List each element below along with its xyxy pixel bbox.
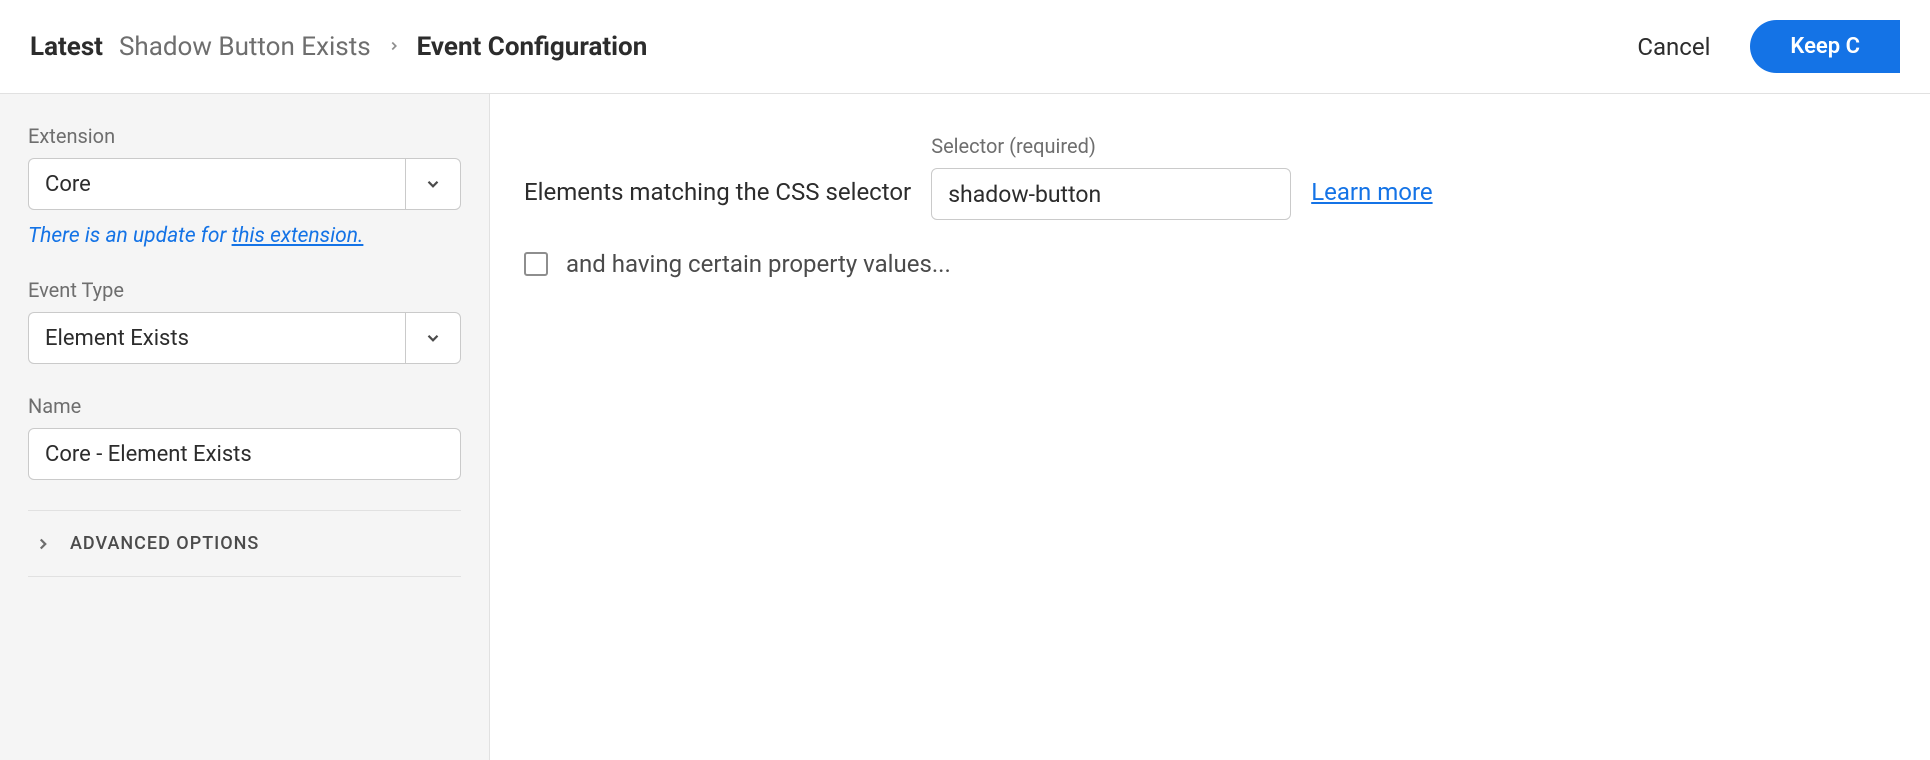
name-label: Name — [28, 394, 461, 418]
selector-row: Elements matching the CSS selector Selec… — [524, 134, 1896, 220]
name-field: Name — [28, 394, 461, 480]
event-type-select[interactable]: Element Exists — [28, 312, 461, 364]
cancel-button[interactable]: Cancel — [1637, 33, 1710, 61]
main: Elements matching the CSS selector Selec… — [490, 94, 1930, 760]
extension-select-value[interactable]: Core — [28, 158, 405, 210]
elements-matching-label: Elements matching the CSS selector — [524, 178, 911, 220]
property-values-row: and having certain property values... — [524, 250, 1896, 278]
extension-update-note[interactable]: There is an update for this extension. — [28, 224, 461, 248]
breadcrumb-prev[interactable]: Shadow Button Exists — [119, 32, 371, 62]
learn-more-link[interactable]: Learn more — [1311, 178, 1432, 220]
event-type-field: Event Type Element Exists — [28, 278, 461, 364]
header-actions: Cancel Keep C — [1637, 20, 1900, 73]
advanced-options-toggle[interactable]: ADVANCED OPTIONS — [28, 511, 461, 577]
sidebar: Extension Core There is an update for th… — [0, 94, 490, 760]
update-note-link[interactable]: this extension. — [232, 224, 364, 248]
property-values-checkbox[interactable] — [524, 252, 548, 276]
breadcrumb-current: Event Configuration — [417, 32, 648, 62]
extension-select[interactable]: Core — [28, 158, 461, 210]
update-note-prefix: There is an update for — [28, 224, 232, 248]
chevron-right-icon — [387, 34, 401, 59]
breadcrumb: Latest Shadow Button Exists Event Config… — [30, 32, 647, 62]
event-type-select-value[interactable]: Element Exists — [28, 312, 405, 364]
header: Latest Shadow Button Exists Event Config… — [0, 0, 1930, 94]
property-values-label: and having certain property values... — [566, 250, 951, 278]
breadcrumb-latest: Latest — [30, 32, 103, 62]
chevron-down-icon — [424, 329, 442, 347]
extension-select-caret[interactable] — [405, 158, 461, 210]
selector-input[interactable] — [931, 168, 1291, 220]
extension-label: Extension — [28, 124, 461, 148]
selector-label: Selector (required) — [931, 134, 1291, 158]
content: Extension Core There is an update for th… — [0, 94, 1930, 760]
selector-column: Selector (required) — [931, 134, 1291, 220]
event-type-label: Event Type — [28, 278, 461, 302]
name-input[interactable] — [28, 428, 461, 480]
event-type-select-caret[interactable] — [405, 312, 461, 364]
chevron-right-icon — [34, 535, 52, 553]
chevron-down-icon — [424, 175, 442, 193]
keep-button[interactable]: Keep C — [1750, 20, 1900, 73]
advanced-options-label: ADVANCED OPTIONS — [70, 533, 259, 554]
extension-field: Extension Core There is an update for th… — [28, 124, 461, 248]
